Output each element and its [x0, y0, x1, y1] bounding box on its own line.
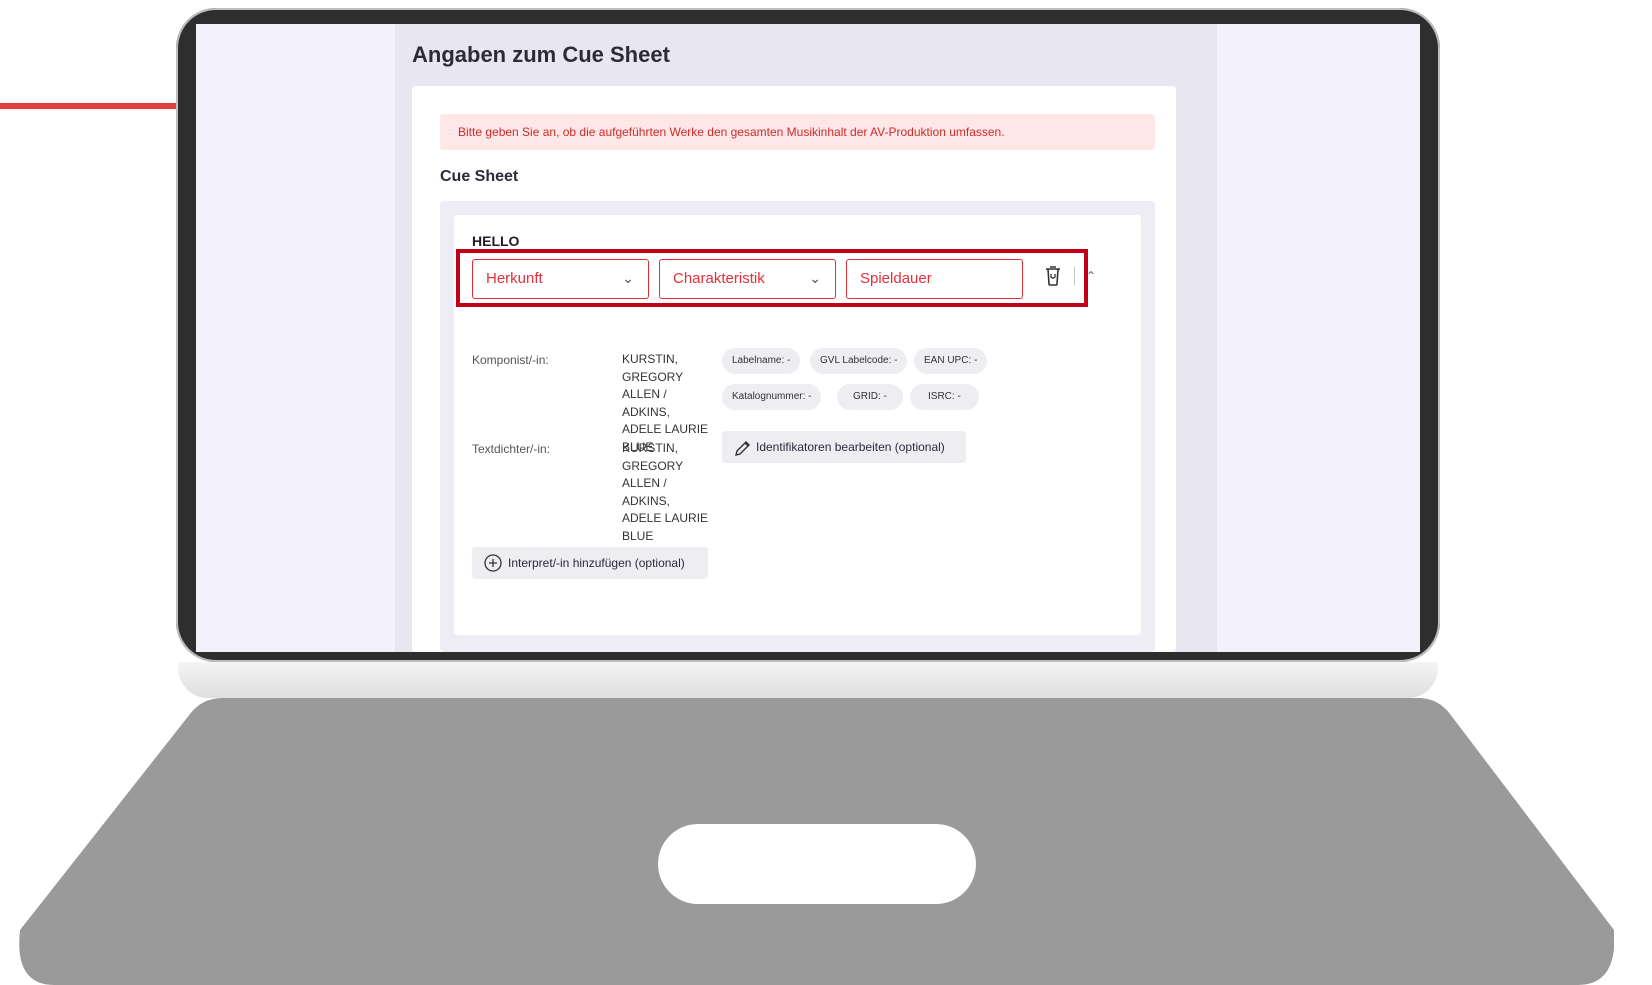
laptop-base — [18, 698, 1614, 985]
herkunft-select[interactable]: Herkunft ⌄ — [472, 259, 649, 299]
divider — [1074, 267, 1075, 285]
section-title: Cue Sheet — [440, 168, 519, 185]
chip-grid: GRID: - — [837, 384, 903, 410]
spieldauer-input[interactable]: Spieldauer — [846, 259, 1023, 299]
edit-identifiers-label: Identifikatoren bearbeiten (optional) — [756, 440, 945, 454]
content-card: Bitte geben Sie an, ob die aufgeführten … — [412, 86, 1176, 652]
lyricist-label: Textdichter/-in: — [472, 442, 551, 456]
chevron-up-icon[interactable]: ⌃ — [1086, 269, 1096, 283]
chip-ean-upc: EAN UPC: - — [914, 348, 988, 374]
chip-katalognummer: Katalognummer: - — [722, 384, 822, 410]
app-panel: Angaben zum Cue Sheet Bitte geben Sie an… — [395, 24, 1217, 652]
alert-message: Bitte geben Sie an, ob die aufgeführten … — [440, 114, 1155, 150]
work-list: HELLO Herkunft ⌄ Charakteristik ⌄ Spield… — [440, 201, 1155, 652]
chevron-down-icon: ⌄ — [622, 270, 634, 286]
chip-gvl-labelcode: GVL Labelcode: - — [810, 348, 908, 374]
laptop-hinge — [178, 662, 1438, 698]
work-card: HELLO Herkunft ⌄ Charakteristik ⌄ Spield… — [454, 215, 1141, 635]
composer-label: Komponist/-in: — [472, 353, 549, 367]
lyricist-value: KURSTIN, GREGORY ALLEN / ADKINS, ADELE L… — [622, 441, 709, 543]
plus-circle-icon — [484, 554, 502, 572]
page-title: Angaben zum Cue Sheet — [412, 42, 670, 67]
chip-isrc: ISRC: - — [910, 384, 979, 410]
spieldauer-placeholder: Spieldauer — [860, 270, 932, 287]
chip-labelname: Labelname: - — [722, 348, 801, 374]
add-performer-button[interactable]: Interpret/-in hinzufügen (optional) — [472, 547, 708, 579]
trash-icon[interactable] — [1043, 265, 1063, 287]
charakteristik-label: Charakteristik — [673, 270, 765, 287]
edit-identifiers-button[interactable]: Identifikatoren bearbeiten (optional) — [722, 431, 966, 463]
touchpad — [658, 824, 976, 904]
pencil-icon — [735, 441, 750, 456]
chevron-down-icon: ⌄ — [809, 270, 821, 286]
laptop-screen: Angaben zum Cue Sheet Bitte geben Sie an… — [196, 24, 1420, 652]
work-title: HELLO — [472, 233, 520, 249]
herkunft-label: Herkunft — [486, 270, 543, 287]
charakteristik-select[interactable]: Charakteristik ⌄ — [659, 259, 836, 299]
add-performer-label: Interpret/-in hinzufügen (optional) — [508, 556, 685, 570]
